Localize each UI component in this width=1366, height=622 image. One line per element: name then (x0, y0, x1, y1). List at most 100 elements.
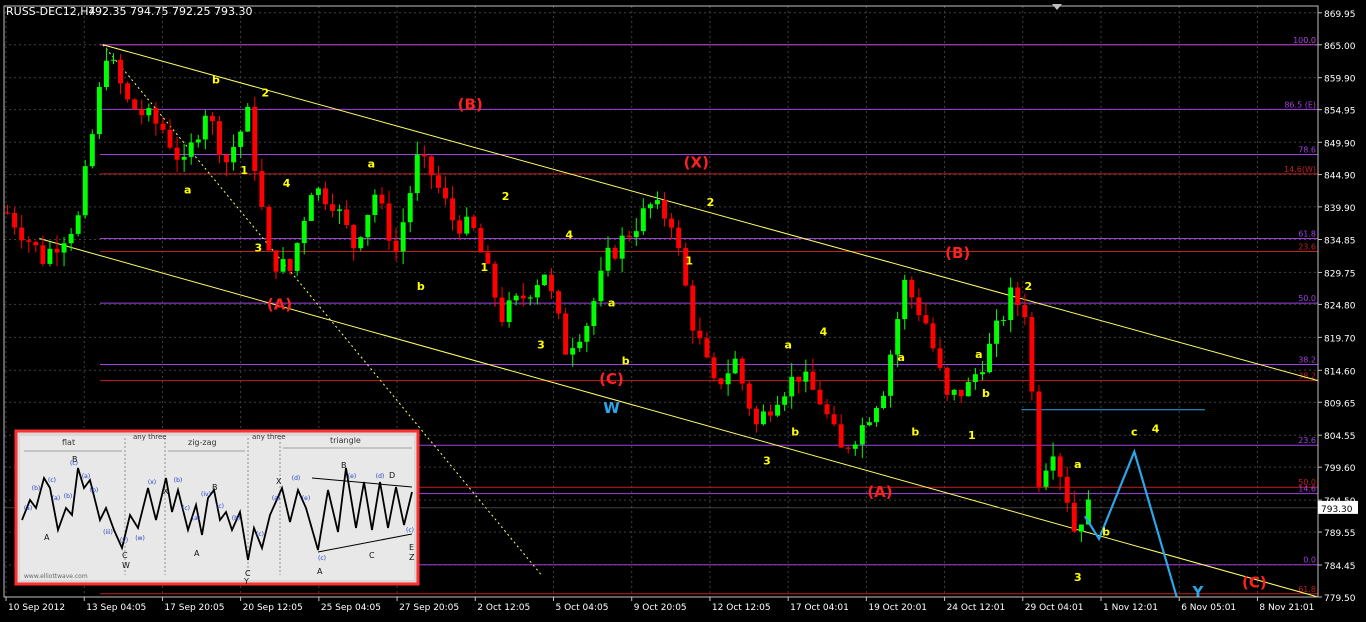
candle-body (697, 330, 703, 339)
inset-point-a2: A (194, 549, 200, 558)
y-tick-label: 799.60 (1324, 464, 1356, 474)
candle-body (626, 235, 632, 238)
candle-body (591, 301, 597, 326)
candle-body (1071, 502, 1077, 532)
candle-body (845, 447, 851, 449)
candle-body (96, 87, 102, 135)
candle-body (386, 203, 392, 241)
inset-sub-wave-label: (e) (348, 473, 356, 480)
candle-body (245, 106, 251, 132)
candle-body (937, 348, 943, 368)
inset-label-any-three-2: any three (252, 433, 286, 441)
candle-body (337, 209, 343, 211)
candle-body (1029, 317, 1035, 392)
candle-body (584, 325, 590, 342)
inset-sub-wave-label: (iii) (103, 529, 113, 536)
candle-body (1008, 287, 1014, 321)
candle-body (118, 59, 124, 84)
candle-body (796, 376, 802, 382)
projection-layer (1083, 448, 1178, 598)
wave-label-blue: Y (1191, 583, 1204, 601)
candle-body (287, 259, 293, 271)
candle-body (768, 411, 773, 416)
candle-body (435, 175, 441, 188)
candle-body (26, 240, 32, 242)
x-tick-label: 25 Sep 04:05 (321, 603, 381, 613)
candle-body (344, 209, 350, 226)
y-tick-label: 809.65 (1324, 399, 1356, 409)
candle-body (301, 220, 307, 244)
inset-label-zig-zag: zig-zag (188, 438, 217, 447)
wave-label-minor: b (417, 280, 425, 293)
candle-body (527, 297, 533, 299)
wave-label-major: (B) (945, 244, 970, 262)
y-tick-label: 834.85 (1324, 236, 1356, 246)
candle-body (174, 147, 180, 160)
candle-body (407, 193, 413, 223)
inset-sub-wave-label: (c) (182, 505, 190, 512)
x-tick-label: 19 Oct 20:01 (868, 603, 927, 613)
price-chart[interactable]: 0.0 100.0 86.5 (E) 78.6 14.6(W) 61.8 23.6 50.0 3… (0, 0, 1366, 618)
candle-body (605, 247, 611, 271)
inset-point-e: E (409, 543, 414, 552)
x-tick-label: 13 Sep 04:05 (86, 603, 146, 613)
candle-body (909, 279, 915, 298)
candle-body (916, 297, 922, 316)
candle-body (520, 295, 526, 299)
candle-body (654, 200, 660, 205)
wave-label-major: (A) (267, 296, 292, 314)
inset-sub-wave-label: (a) (52, 495, 60, 502)
fib-level-label: 23.6 (1298, 436, 1316, 445)
wave-label-minor: 1 (968, 429, 976, 442)
candle-body (464, 216, 470, 234)
candle-body (322, 188, 328, 205)
x-tick-label: 12 Oct 12:05 (712, 603, 771, 613)
inset-sub-wave-label: (iv) (201, 491, 211, 498)
inset-point-x: X (163, 487, 169, 496)
y-tick-label: 854.95 (1324, 107, 1356, 117)
fib-level-label: 0.0 (1303, 556, 1316, 565)
wave-label-blue: W (603, 399, 620, 417)
fib-level-label: 50.0 (1298, 294, 1316, 303)
candle-body (965, 381, 971, 397)
candle-body (499, 297, 505, 323)
inset-sub-wave-label: (d) (292, 475, 301, 482)
inset-point-c3: C (369, 551, 375, 560)
y-tick-label: 779.50 (1324, 594, 1356, 604)
candle-body (760, 411, 766, 425)
candle-body (1022, 305, 1028, 318)
candle-body (902, 279, 908, 320)
candle-body (294, 243, 300, 271)
candle-body (19, 227, 25, 241)
inset-sub-wave-label: (b) (90, 487, 99, 494)
inset-label-any-three-1: any three (133, 433, 167, 441)
wave-label-major: (C) (1242, 573, 1267, 591)
candle-body (379, 194, 385, 204)
candle-body (1001, 320, 1007, 322)
y-tick-label: 869.95 (1324, 10, 1356, 20)
candle-body (103, 60, 109, 88)
wave-label-major: (X) (684, 153, 709, 171)
candle-body (153, 108, 159, 124)
y-tick-label: 789.55 (1324, 529, 1356, 539)
candle-body (280, 259, 286, 272)
wave-label-minor: 4 (283, 177, 291, 190)
wave-label-minor: a (975, 348, 982, 361)
fib-level-label: 38.2 (1298, 355, 1316, 364)
candle-body (951, 389, 957, 395)
candle-body (209, 115, 215, 122)
candle-body (725, 373, 731, 385)
shift-marker-icon[interactable] (1052, 4, 1062, 10)
wave-label-minor: b (622, 354, 630, 367)
wave-label-minor: 1 (481, 261, 489, 274)
candle-body (838, 424, 844, 448)
current-price-label: 793.30 (1321, 505, 1353, 515)
inset-point-x2: X (276, 477, 282, 486)
candle-body (873, 408, 879, 423)
inset-point-a: A (44, 533, 50, 542)
x-tick-label: 5 Oct 04:05 (556, 603, 609, 613)
candle-body (647, 204, 653, 209)
candle-body (612, 247, 618, 259)
wave-label-major: (A) (867, 483, 892, 501)
y-tick-label: 814.60 (1324, 367, 1356, 377)
